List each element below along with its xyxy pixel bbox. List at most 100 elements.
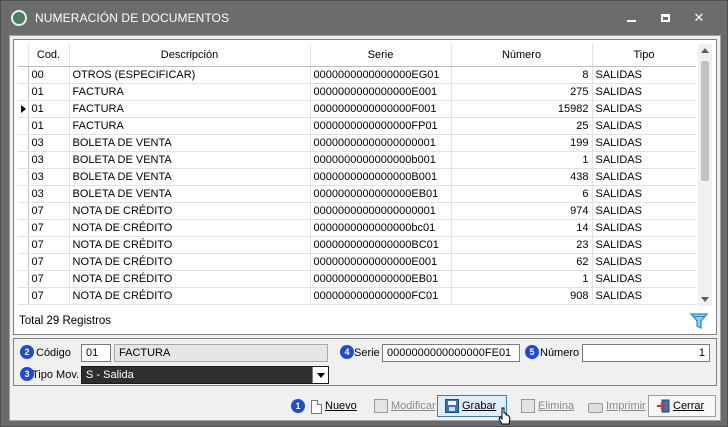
cell-numero: 6: [451, 185, 593, 203]
cell-tipo: SALIDAS: [592, 202, 696, 220]
maximize-button[interactable]: [655, 9, 675, 27]
cell-numero: 14: [451, 219, 593, 237]
scroll-up-icon[interactable]: [701, 48, 709, 53]
cell-cod: 07: [28, 236, 70, 254]
window-title: NUMERACIÓN DE DOCUMENTOS: [35, 11, 230, 25]
row-indicator: [18, 219, 29, 237]
cell-desc: BOLETA DE VENTA: [69, 134, 311, 152]
document-form: 2 Código 01 FACTURA 4 Serie 000000000000…: [13, 338, 717, 386]
table-row[interactable]: 07 NOTA DE CRÉDITO 0000000000000000EB01 1 SA…: [18, 270, 696, 288]
vertical-scrollbar[interactable]: [698, 44, 712, 306]
nuevo-button[interactable]: Nuevo: [304, 395, 362, 417]
cell-desc: FACTURA: [69, 83, 311, 101]
cell-serie: 0000000000000000E001: [310, 83, 452, 101]
header-cod[interactable]: Cod.: [28, 44, 70, 67]
table-row[interactable]: 07 NOTA DE CRÉDITO 00000000000000000001 974…: [18, 202, 696, 220]
cell-desc: NOTA DE CRÉDITO: [69, 287, 311, 305]
cell-numero: 438: [451, 168, 593, 186]
codigo-input[interactable]: 01: [81, 344, 111, 362]
cell-desc: NOTA DE CRÉDITO: [69, 202, 311, 220]
table-row[interactable]: 00 OTROS (ESPECIFICAR) 0000000000000000EG0…: [18, 66, 696, 84]
header-tipo[interactable]: Tipo: [592, 44, 696, 67]
cell-cod: 01: [28, 117, 70, 135]
maximize-icon: [660, 14, 670, 22]
table-row[interactable]: 01 FACTURA 0000000000000000E001 275 SALIDAS: [18, 83, 696, 101]
row-indicator: [18, 185, 29, 203]
tipo-mov-select[interactable]: S - Salida: [81, 366, 329, 384]
tipo-mov-label: Tipo Mov.: [32, 369, 80, 381]
close-button[interactable]: ✕: [689, 9, 709, 27]
table-row[interactable]: 03 BOLETA DE VENTA 00000000000000000001 199…: [18, 134, 696, 152]
cell-numero: 62: [451, 253, 593, 271]
header-descripcion[interactable]: Descripción: [69, 44, 311, 67]
table-row[interactable]: 03 BOLETA DE VENTA 0000000000000000EB01 6 SA…: [18, 185, 696, 203]
scroll-thumb[interactable]: [701, 61, 709, 181]
table-row[interactable]: 07 NOTA DE CRÉDITO 0000000000000000FC01 908…: [18, 287, 696, 305]
cell-tipo: SALIDAS: [592, 287, 696, 305]
serie-label: Serie: [354, 347, 380, 359]
cell-cod: 07: [28, 219, 70, 237]
serie-input[interactable]: 0000000000000000FE01: [382, 344, 520, 362]
elimina-button[interactable]: Elimina: [513, 395, 579, 417]
cell-tipo: SALIDAS: [592, 100, 696, 118]
cell-desc: BOLETA DE VENTA: [69, 185, 311, 203]
cell-numero: 1: [451, 151, 593, 169]
action-toolbar: 1 Nuevo Modificar Grabar Elimina Imprimi…: [10, 390, 720, 420]
title-bar[interactable]: NUMERACIÓN DE DOCUMENTOS ✕: [1, 1, 727, 35]
cell-tipo: SALIDAS: [592, 253, 696, 271]
cell-serie: 00000000000000000001: [310, 134, 452, 152]
table-row[interactable]: 01 FACTURA 0000000000000000F001 15982 SALIDA…: [18, 100, 696, 118]
cell-tipo: SALIDAS: [592, 151, 696, 169]
table-row[interactable]: 07 NOTA DE CRÉDITO 0000000000000000BC01 23 S…: [18, 236, 696, 254]
cell-desc: OTROS (ESPECIFICAR): [69, 66, 311, 84]
cell-numero: 15982: [451, 100, 593, 118]
cell-serie: 0000000000000000EG01: [310, 66, 452, 84]
cell-serie: 0000000000000000BC01: [310, 236, 452, 254]
cell-tipo: SALIDAS: [592, 83, 696, 101]
table-row[interactable]: 07 NOTA DE CRÉDITO 0000000000000000bc01 14 S…: [18, 219, 696, 237]
numero-input[interactable]: 1: [582, 344, 710, 362]
imprimir-button[interactable]: Imprimir: [581, 395, 651, 417]
documents-table: Cod. Descripción Serie Número Tipo 00 OTR…: [18, 44, 696, 305]
current-row-icon: [21, 104, 26, 113]
table-row[interactable]: 03 BOLETA DE VENTA 0000000000000000B001 438…: [18, 168, 696, 186]
cerrar-button[interactable]: Cerrar: [648, 395, 716, 417]
header-numero[interactable]: Número: [451, 44, 593, 67]
minimize-button[interactable]: [621, 9, 641, 27]
filter-icon[interactable]: [690, 312, 708, 330]
row-indicator: [18, 270, 29, 288]
total-records: Total 29 Registros: [19, 315, 112, 327]
imprimir-label: Imprimir: [606, 400, 646, 412]
window-content: Cod. Descripción Serie Número Tipo 00 OTR…: [9, 35, 721, 421]
trash-icon: [521, 399, 535, 413]
cell-numero: 908: [451, 287, 593, 305]
header-serie[interactable]: Serie: [310, 44, 452, 67]
minimize-icon: [626, 20, 636, 22]
cell-serie: 0000000000000000FP01: [310, 117, 452, 135]
table-row[interactable]: 01 FACTURA 0000000000000000FP01 25 SALIDAS: [18, 117, 696, 135]
table-row[interactable]: 03 BOLETA DE VENTA 0000000000000000b001 1 SA…: [18, 151, 696, 169]
cell-serie: 00000000000000000001: [310, 202, 452, 220]
documents-grid[interactable]: Cod. Descripción Serie Número Tipo 00 OTR…: [18, 44, 696, 306]
row-indicator: [18, 117, 29, 135]
grabar-button[interactable]: Grabar: [437, 395, 507, 417]
cell-serie: 0000000000000000EB01: [310, 270, 452, 288]
cell-cod: 07: [28, 287, 70, 305]
scroll-down-icon[interactable]: [701, 297, 709, 302]
grabar-label: Grabar: [462, 400, 497, 412]
row-indicator: [18, 66, 29, 84]
table-row[interactable]: 07 NOTA DE CRÉDITO 0000000000000000E001 62 S…: [18, 253, 696, 271]
chevron-down-icon[interactable]: [312, 367, 328, 383]
main-window: NUMERACIÓN DE DOCUMENTOS ✕ Cod. Descripc…: [0, 0, 728, 427]
modificar-button[interactable]: Modificar: [366, 395, 441, 417]
cell-desc: NOTA DE CRÉDITO: [69, 219, 311, 237]
cell-desc: NOTA DE CRÉDITO: [69, 253, 311, 271]
app-logo-icon: [11, 10, 27, 26]
cell-serie: 0000000000000000EB01: [310, 185, 452, 203]
printer-icon: [588, 402, 603, 413]
cell-cod: 07: [28, 202, 70, 220]
codigo-badge: 2: [20, 345, 34, 359]
cell-cod: 03: [28, 168, 70, 186]
numero-label: Número: [540, 347, 580, 359]
tipo-mov-value: S - Salida: [86, 369, 134, 381]
